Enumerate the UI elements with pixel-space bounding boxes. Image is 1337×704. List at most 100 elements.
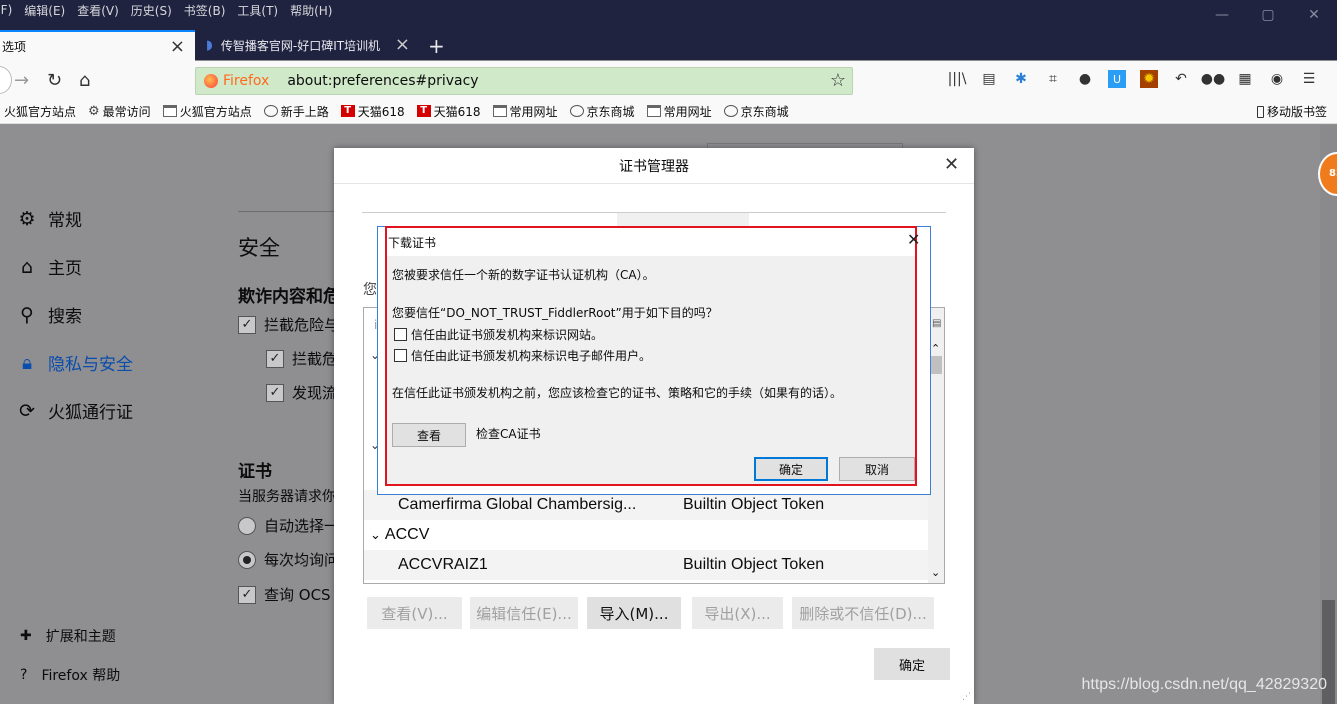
sidebar-link-label: 扩展和主题 <box>45 629 116 645</box>
ocsp-option[interactable]: ✓ 查询 OCS <box>238 584 331 605</box>
bookmark-item[interactable]: 京东商城 <box>569 103 635 120</box>
menu-item[interactable]: 历史(S) <box>131 2 172 19</box>
sidebar-link-label: Firefox 帮助 <box>41 668 121 684</box>
bookmark-item[interactable]: 京东商城 <box>723 103 789 120</box>
bookmark-item[interactable]: 火狐官方站点 <box>4 103 76 120</box>
bookmark-item[interactable]: 常用网址 <box>646 103 712 120</box>
menu-item[interactable]: (F) <box>0 3 12 17</box>
watermark: https://blog.csdn.net/qq_42829320 <box>1081 676 1327 693</box>
sidebar-item-privacy[interactable]: 🔒︎ 隐私与安全 <box>16 350 133 376</box>
bookmark-star-icon[interactable]: ☆ <box>830 70 846 91</box>
resize-grip-icon[interactable]: ⋰ <box>962 692 971 702</box>
new-tab-button[interactable]: + <box>428 34 445 58</box>
crop-icon[interactable]: ⌗ <box>1044 70 1062 88</box>
page-icon[interactable]: ▦ <box>1236 70 1254 88</box>
undo-icon[interactable]: ↶ <box>1172 70 1190 88</box>
view-cert-button[interactable]: 查看 <box>392 423 466 447</box>
column-picker-icon[interactable]: ▤ <box>932 318 941 329</box>
security-heading: 安全 <box>238 236 280 260</box>
bookmark-item[interactable]: ⚙ 最常访问 <box>88 103 151 120</box>
bookmark-label: 天猫618 <box>433 104 481 119</box>
tab-itcast[interactable]: ◗ 传智播客官网-好口碑IT培训机 × <box>198 30 416 60</box>
ask-every-time-option[interactable]: 每次均询问 <box>238 549 339 570</box>
close-tab-icon[interactable]: × <box>170 36 185 57</box>
library-icon[interactable]: |||\ <box>948 70 967 88</box>
close-icon[interactable]: ✕ <box>907 230 920 249</box>
reload-button[interactable]: ↻ <box>47 70 62 91</box>
pair-icon[interactable]: ●● <box>1201 70 1225 88</box>
tree-scrollbar-thumb[interactable] <box>931 356 942 374</box>
edit-trust-button[interactable]: 编辑信任(E)... <box>470 597 578 629</box>
cancel-button[interactable]: 取消 <box>839 457 915 481</box>
bookmark-item[interactable]: 火狐官方站点 <box>162 103 252 120</box>
tab-label: 传智播客官网-好口碑IT培训机 <box>220 38 381 53</box>
bookmark-item[interactable]: 常用网址 <box>492 103 558 120</box>
sidebar-item-label: 常规 <box>48 211 82 231</box>
chevron-down-icon[interactable]: ⌄ <box>370 527 381 543</box>
checkbox-checked-icon[interactable]: ✓ <box>238 585 256 604</box>
checkbox-checked-icon[interactable]: ✓ <box>238 315 256 334</box>
firefox-identity[interactable]: Firefox <box>204 73 269 89</box>
ublock-icon[interactable]: U <box>1108 70 1126 88</box>
ok-button[interactable]: 确定 <box>874 648 950 680</box>
sidebar-help[interactable]: ? Firefox 帮助 <box>20 665 120 685</box>
checkbox-unchecked-icon[interactable] <box>394 328 407 341</box>
close-window-button[interactable]: ✕ <box>1291 0 1337 30</box>
forward-button[interactable]: → <box>14 70 29 91</box>
bookmark-item[interactable]: T 天猫618 <box>416 103 481 120</box>
auto-select-option[interactable]: 自动选择一 <box>238 515 339 536</box>
menu-icon[interactable]: ☰ <box>1300 70 1318 88</box>
option-label: 自动选择一 <box>264 517 340 535</box>
delete-distrust-button[interactable]: 删除或不信任(D)... <box>792 597 934 629</box>
menu-item[interactable]: 工具(T) <box>237 2 278 19</box>
tree-row[interactable]: ACCVRAIZ1 Builtin Object Token <box>364 550 928 580</box>
bookmark-item[interactable]: 新手上路 <box>263 103 329 120</box>
trust-websites-option[interactable]: 信任由此证书颁发机构来标识网站。 <box>394 326 603 343</box>
radio-selected-icon[interactable] <box>238 550 256 569</box>
sidebar-icon[interactable]: ▤ <box>980 70 998 88</box>
toolbar-icons: |||\ ▤ ✱ ⌗ ● U ✹ ↶ ●● ▦ ◉ ☰ <box>948 70 1318 88</box>
block-downloads-option[interactable]: ✓ 拦截危 <box>266 348 337 369</box>
chat-icon[interactable]: ● <box>1076 70 1094 88</box>
minimize-button[interactable]: — <box>1199 0 1245 30</box>
warn-unwanted-option[interactable]: ✓ 发现流 <box>266 382 337 403</box>
mobile-bookmarks[interactable]: 移动版书签 <box>1256 103 1327 120</box>
home-button[interactable]: ⌂ <box>79 70 90 91</box>
sidebar-item-search[interactable]: ⚲ 搜索 <box>16 302 82 328</box>
sync-icon[interactable]: ◉ <box>1268 70 1286 88</box>
block-dangerous-option[interactable]: ✓ 拦截危险与 <box>238 314 339 335</box>
extension-bug-icon[interactable]: ✱ <box>1012 70 1030 88</box>
import-button[interactable]: 导入(M)... <box>587 597 681 629</box>
globe-icon <box>569 105 584 117</box>
sidebar-item-account[interactable]: ⟳ 火狐通行证 <box>16 398 133 424</box>
trust-note-text: 在信任此证书颁发机构之前，您应该检查它的证书、策略和它的手续（如果有的话）。 <box>392 386 843 400</box>
sidebar-item-label: 主页 <box>48 259 82 279</box>
sidebar-item-home[interactable]: ⌂ 主页 <box>16 254 82 280</box>
radio-icon[interactable] <box>238 516 256 535</box>
scroll-up-icon[interactable]: ⌃ <box>931 342 940 355</box>
ok-button[interactable]: 确定 <box>754 457 828 481</box>
checkbox-checked-icon[interactable]: ✓ <box>266 349 284 368</box>
menu-item[interactable]: 查看(V) <box>77 2 119 19</box>
maximize-button[interactable]: ▢ <box>1245 0 1291 30</box>
checkbox-checked-icon[interactable]: ✓ <box>266 383 284 402</box>
option-label: 信任由此证书颁发机构来标识网站。 <box>411 328 604 342</box>
menu-item[interactable]: 帮助(H) <box>290 2 332 19</box>
addon-orange-icon[interactable]: ✹ <box>1140 70 1158 88</box>
scroll-down-icon[interactable]: ⌄ <box>931 566 940 579</box>
tree-group-row[interactable]: ⌄ ACCV <box>364 520 928 550</box>
menu-item[interactable]: 书签(B) <box>184 2 226 19</box>
tab-options[interactable]: 选项 × <box>0 30 195 61</box>
url-bar[interactable]: Firefox about:preferences#privacy ☆ <box>195 67 853 95</box>
export-button[interactable]: 导出(X)... <box>692 597 783 629</box>
close-icon[interactable]: ✕ <box>944 154 959 175</box>
checkbox-unchecked-icon[interactable] <box>394 349 407 362</box>
bookmark-item[interactable]: T 天猫618 <box>340 103 405 120</box>
sidebar-item-general[interactable]: ⚙ 常规 <box>16 206 82 232</box>
url-text[interactable]: about:preferences#privacy <box>287 73 478 89</box>
close-tab-icon[interactable]: × <box>395 34 410 55</box>
view-button[interactable]: 查看(V)... <box>367 597 462 629</box>
sidebar-extensions[interactable]: ✚ 扩展和主题 <box>20 626 116 646</box>
menu-item[interactable]: 编辑(E) <box>24 2 65 19</box>
trust-email-option[interactable]: 信任由此证书颁发机构来标识电子邮件用户。 <box>394 347 651 364</box>
